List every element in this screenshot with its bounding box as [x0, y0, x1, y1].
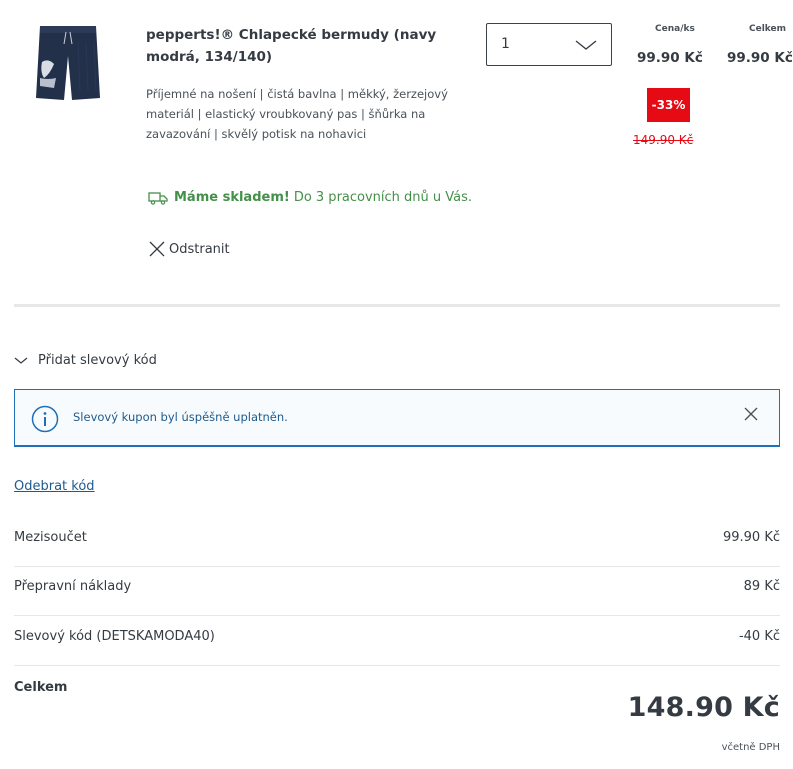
info-icon	[31, 405, 59, 433]
summary-label: Přepravní náklady	[14, 579, 132, 594]
quantity-value: 1	[501, 36, 510, 52]
close-icon	[149, 241, 165, 257]
remove-item-button[interactable]: Odstranit	[148, 240, 230, 258]
product-title[interactable]: pepperts!® Chlapecké bermudy (navy modrá…	[146, 24, 446, 68]
summary-row-discount: Slevový kód (DETSKAMODA40) -40 Kč	[14, 617, 780, 666]
chevron-down-icon	[14, 357, 28, 364]
shorts-icon	[36, 26, 100, 100]
chevron-down-icon	[575, 40, 597, 50]
line-total-price: 99.90 Kč	[727, 50, 793, 66]
stock-strong: Máme skladem!	[174, 190, 290, 205]
grand-total-label: Celkem	[14, 680, 68, 695]
quantity-select[interactable]: 1	[486, 23, 612, 66]
summary-label: Slevový kód (DETSKAMODA40)	[14, 629, 215, 644]
total-heading: Celkem	[749, 24, 787, 34]
summary-value: -40 Kč	[738, 629, 780, 644]
unit-price-heading: Cena/ks	[655, 24, 695, 34]
grand-total-value: 148.90 Kč	[627, 692, 780, 723]
stock-delivery: Do 3 pracovních dnů u Vás.	[293, 190, 473, 205]
summary-row-subtotal: Mezisoučet 99.90 Kč	[14, 518, 780, 567]
vat-note: včetně DPH	[721, 742, 780, 753]
truck-icon	[148, 191, 168, 205]
unit-price: 99.90 Kč	[637, 50, 703, 66]
product-image[interactable]	[28, 22, 108, 104]
section-divider	[14, 304, 780, 307]
product-description: Příjemné na nošení | čistá bavlna | měkk…	[146, 87, 448, 141]
summary-value: 89 Kč	[743, 579, 780, 594]
coupon-success-alert: Slevový kupon byl úspěšně uplatněn.	[14, 389, 780, 447]
stock-status: Máme skladem! Do 3 pracovních dnů u Vás.	[148, 190, 472, 205]
close-icon[interactable]	[743, 406, 759, 422]
coupon-success-message: Slevový kupon byl úspěšně uplatněn.	[73, 410, 288, 424]
remove-item-label: Odstranit	[169, 241, 230, 257]
summary-value: 99.90 Kč	[722, 530, 780, 545]
add-promo-code-label: Přidat slevový kód	[38, 353, 157, 368]
discount-badge: -33%	[647, 88, 690, 122]
summary-label: Mezisoučet	[14, 530, 87, 545]
remove-code-link[interactable]: Odebrat kód	[14, 479, 95, 494]
old-price: 149.90 Kč	[633, 133, 694, 147]
summary-row-shipping: Přepravní náklady 89 Kč	[14, 567, 780, 616]
add-promo-code-toggle[interactable]: Přidat slevový kód	[14, 353, 157, 368]
